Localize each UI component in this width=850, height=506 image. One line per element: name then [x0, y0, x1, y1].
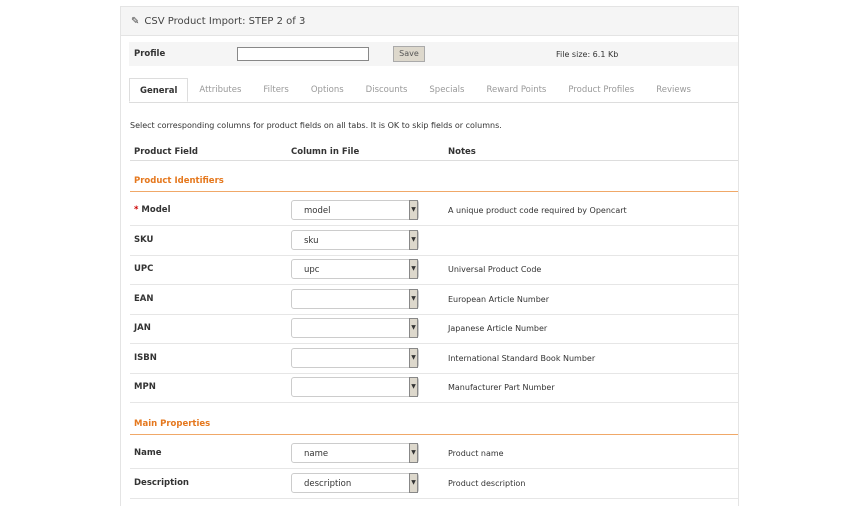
tab-specials[interactable]: Specials: [418, 78, 475, 102]
profile-row: Profile Save File size: 6.1 Kb: [129, 42, 738, 66]
tab-discounts[interactable]: Discounts: [355, 78, 419, 102]
table-row: EAN ▼ European Article Number: [130, 285, 738, 315]
chevron-down-icon: ▼: [409, 472, 418, 493]
col-header-field: Product Field: [134, 147, 198, 157]
field-label: EAN: [134, 293, 154, 304]
field-label: ISBN: [134, 352, 157, 363]
chevron-down-icon: ▼: [409, 288, 418, 309]
field-label: JAN: [134, 323, 151, 333]
panel-header: ✎ CSV Product Import: STEP 2 of 3: [121, 6, 738, 36]
field-label: Name: [134, 448, 162, 458]
field-label: SKU: [134, 234, 154, 245]
chevron-down-icon: ▼: [409, 443, 418, 463]
tab-reward-points[interactable]: Reward Points: [475, 78, 557, 102]
tab-options[interactable]: Options: [300, 78, 355, 102]
tab-general[interactable]: General: [129, 78, 189, 102]
column-select[interactable]: ▼: [291, 347, 419, 368]
col-header-notes: Notes: [448, 147, 476, 157]
col-header-column: Column in File: [291, 147, 360, 157]
field-note: Product name: [448, 449, 504, 458]
column-select[interactable]: upc ▼: [291, 259, 419, 279]
section-divider: [130, 191, 738, 192]
import-panel: ✎ CSV Product Import: STEP 2 of 3 Profile…: [120, 6, 739, 506]
chevron-down-icon: ▼: [409, 377, 418, 397]
field-note: Japanese Article Number: [448, 324, 548, 333]
section-title: Main Properties: [134, 419, 211, 429]
column-select[interactable]: model ▼: [291, 200, 419, 220]
column-select[interactable]: ▼: [291, 318, 419, 338]
table-row: * Model model ▼ A unique product code req…: [130, 196, 738, 226]
profile-label: Profile: [134, 49, 166, 59]
column-select[interactable]: description ▼: [291, 472, 419, 493]
tab-attributes[interactable]: Attributes: [188, 78, 252, 102]
table-row: MPN ▼ Manufacturer Part Number: [130, 373, 738, 403]
column-select[interactable]: ▼: [291, 288, 419, 309]
pencil-icon: ✎: [131, 15, 140, 27]
field-note: Universal Product Code: [448, 265, 542, 274]
intro-text: Select corresponding columns for product…: [130, 121, 502, 130]
tab-product-profiles[interactable]: Product Profiles: [557, 78, 645, 102]
field-note: Manufacturer Part Number: [448, 383, 555, 392]
chevron-down-icon: ▼: [409, 259, 418, 279]
page-title: CSV Product Import: STEP 2 of 3: [144, 15, 306, 27]
tab-filters[interactable]: Filters: [252, 78, 299, 102]
table-row: JAN ▼ Japanese Article Number: [130, 314, 738, 344]
table-row: UPC upc ▼ Universal Product Code: [130, 255, 738, 285]
field-label: MPN: [134, 382, 156, 392]
section-divider: [130, 434, 738, 435]
table-row: Name name ▼ Product name: [130, 439, 738, 469]
chevron-down-icon: ▼: [409, 347, 418, 368]
column-select[interactable]: sku ▼: [291, 229, 419, 250]
tab-reviews[interactable]: Reviews: [645, 78, 702, 102]
column-select[interactable]: ▼: [291, 377, 419, 397]
profile-input[interactable]: [237, 47, 369, 61]
field-label: UPC: [134, 264, 154, 274]
chevron-down-icon: ▼: [409, 200, 418, 220]
field-note: European Article Number: [448, 294, 549, 304]
field-label: Description: [134, 477, 189, 488]
field-note: International Standard Book Number: [448, 353, 596, 363]
section-title: Product Identifiers: [134, 176, 224, 186]
field-label: * Model: [134, 205, 171, 215]
divider: [130, 160, 738, 161]
chevron-down-icon: ▼: [409, 318, 418, 338]
chevron-down-icon: ▼: [409, 229, 418, 250]
file-size: File size: 6.1 Kb: [556, 49, 619, 59]
table-row: Description description ▼ Product descrip…: [130, 469, 738, 499]
column-select[interactable]: name ▼: [291, 443, 419, 463]
field-note: A unique product code required by Openca…: [448, 206, 627, 215]
tab-bar: General Attributes Filters Options Discounts…: [129, 78, 738, 103]
table-row: ISBN ▼ International Standard Book Numbe…: [130, 344, 738, 374]
save-button[interactable]: Save: [393, 46, 425, 62]
table-row: SKU sku ▼: [130, 226, 738, 256]
field-note: Product description: [448, 478, 526, 488]
